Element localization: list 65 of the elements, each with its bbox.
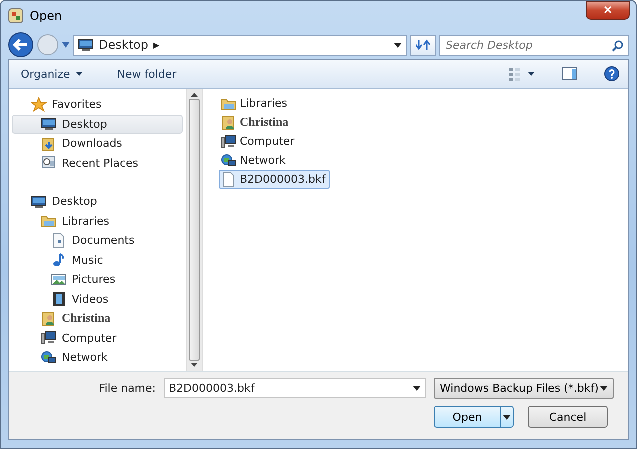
sidebar-item[interactable]: Pictures (12, 270, 183, 290)
sidebar-heading[interactable]: Favorites (12, 95, 183, 114)
sidebar-item[interactable]: Documents (12, 231, 183, 250)
preview-pane-icon[interactable] (562, 67, 578, 81)
user-folder-icon (221, 114, 237, 130)
sidebar-heading[interactable]: Desktop (12, 192, 183, 212)
address-text: Desktop (99, 38, 148, 52)
caret-icon (76, 72, 84, 76)
search-field[interactable]: Search Desktop (439, 34, 629, 56)
address-bar[interactable]: Desktop ▶ (73, 34, 407, 56)
download-folder-icon (41, 136, 57, 152)
monitor-icon (31, 194, 47, 210)
file-item[interactable]: Computer (219, 132, 299, 151)
monitor-icon (41, 116, 57, 132)
history-caret-icon[interactable] (62, 42, 70, 48)
caret-icon (600, 386, 608, 390)
sidebar-item[interactable]: Recent Places (12, 154, 183, 173)
picture-icon (51, 272, 67, 288)
document-icon (51, 232, 67, 249)
file-item[interactable]: Network (219, 151, 290, 170)
sidebar-item[interactable]: Computer (12, 328, 183, 348)
sidebar-item[interactable]: Libraries (12, 212, 183, 231)
sidebar-item[interactable]: Network (12, 348, 183, 368)
star-icon (31, 96, 47, 113)
window-title: Open (30, 9, 62, 23)
caret-icon (503, 414, 511, 420)
file-item[interactable]: Christina (219, 113, 293, 132)
view-options-icon[interactable] (508, 67, 536, 81)
sidebar-item[interactable]: Music (12, 250, 183, 270)
refresh-button[interactable] (410, 34, 436, 56)
file-icon (221, 172, 237, 188)
scrollbar[interactable] (186, 89, 203, 371)
close-button[interactable]: ✕ (586, 1, 630, 20)
scroll-up-arrow-icon[interactable] (191, 93, 198, 97)
recent-places-icon (41, 155, 57, 172)
file-item[interactable]: B2D000003.bkf (219, 170, 330, 189)
network-icon (221, 152, 237, 168)
organize-menu[interactable]: Organize (17, 68, 88, 80)
film-icon (51, 291, 67, 308)
refresh-arrows-icon (416, 39, 430, 51)
breadcrumb-arrow[interactable]: ▶ (154, 40, 160, 50)
file-name-field[interactable]: B2D000003.bkf (164, 378, 426, 398)
back-button[interactable] (8, 32, 34, 58)
new-folder-button[interactable]: New folder (113, 68, 181, 80)
sidebar-item[interactable]: Desktop (12, 114, 183, 134)
monitor-icon (78, 37, 94, 53)
caret-icon (413, 386, 421, 390)
user-folder-icon (41, 310, 57, 327)
computer-icon (41, 330, 57, 346)
sidebar-item[interactable]: Videos (12, 290, 183, 309)
scroll-down-arrow-icon[interactable] (191, 363, 198, 367)
caret-icon (394, 42, 402, 48)
help-icon[interactable] (604, 66, 620, 82)
file-type-dropdown[interactable]: Windows Backup Files (*.bkf) (434, 378, 614, 398)
app-icon (8, 8, 24, 24)
sidebar-item[interactable]: Christina (12, 309, 183, 328)
file-name-label: File name: (99, 382, 156, 394)
open-button[interactable]: Open (434, 406, 514, 428)
computer-icon (221, 134, 237, 150)
cancel-button[interactable]: Cancel (528, 406, 608, 428)
file-item[interactable]: Libraries (219, 94, 292, 113)
search-icon (612, 40, 624, 52)
music-note-icon (51, 252, 67, 268)
network-icon (41, 350, 57, 366)
sidebar-item[interactable]: Downloads (12, 134, 183, 154)
